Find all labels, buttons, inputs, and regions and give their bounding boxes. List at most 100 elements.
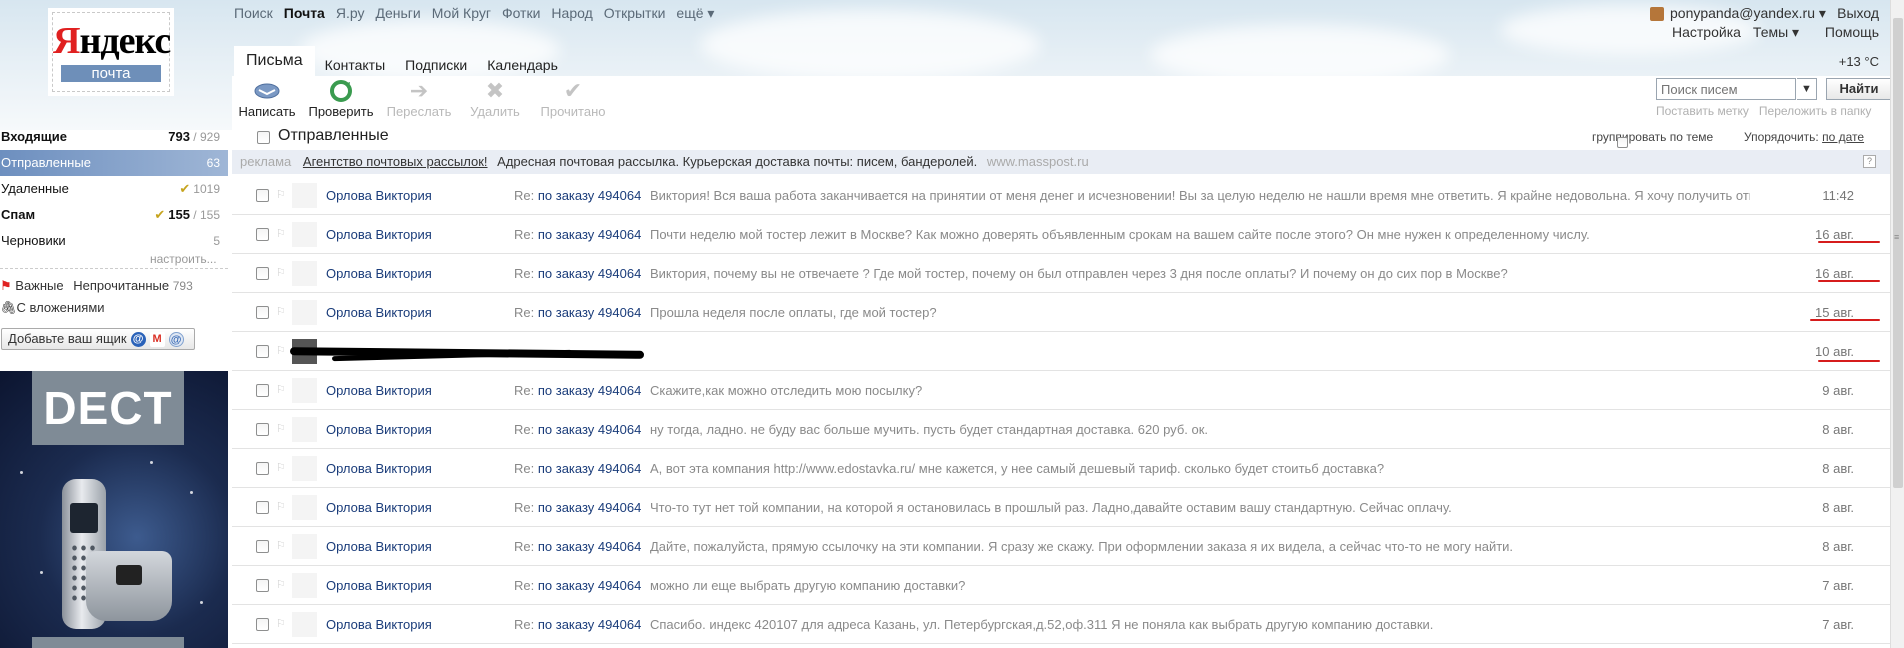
flag-icon[interactable]: ⚐ [276,332,286,371]
message-checkbox[interactable] [256,267,269,280]
message-checkbox[interactable] [256,540,269,553]
message-subject[interactable]: Re: по заказу 494064 [514,215,641,254]
flag-icon[interactable]: ⚐ [276,488,286,527]
set-label-link[interactable]: Поставить метку [1656,104,1749,118]
message-row[interactable]: ⚐ Орлова Виктория Re: по заказу 494064 ну т… [232,410,1890,449]
message-checkbox[interactable] [256,618,269,631]
settings-link[interactable]: Настройка [1672,24,1741,41]
message-snippet[interactable]: Виктория, почему вы не отвечаете ? Где м… [650,254,1750,293]
clean-check-icon[interactable]: ✔ [179,181,190,196]
nav-postcards[interactable]: Открытки [604,5,666,22]
sidebar-item-drafts[interactable]: Черновики 5 [0,228,228,254]
add-mailbox-button[interactable]: Добавьте ваш ящик @ M @ [1,328,195,350]
user-menu[interactable]: ponypanda@yandex.ru ▾ [1650,5,1826,22]
sidebar-item-inbox[interactable]: Входящие 793 / 929 [0,124,228,150]
select-all-checkbox[interactable] [257,131,270,144]
group-checkbox[interactable] [1617,137,1628,148]
message-subject[interactable]: Re: по заказу 494064 [514,254,641,293]
message-sender[interactable]: Орлова Виктория [326,293,432,332]
message-row[interactable]: ⚐ Орлова Виктория Re: по заказу 494064 Дайт… [232,527,1890,566]
message-snippet[interactable]: Дайте, пожалуйста, прямую ссылочку на эт… [650,527,1750,566]
message-checkbox[interactable] [256,228,269,241]
ad-help-icon[interactable]: ? [1863,155,1876,168]
compose-button[interactable]: Написать [232,78,302,119]
message-subject[interactable]: Re: по заказу 494064 [514,371,641,410]
message-snippet[interactable]: Прошла неделя после оплаты, где мой тост… [650,293,1750,332]
message-sender[interactable]: Орлова Виктория [326,605,432,644]
sidebar-item-sent[interactable]: Отправленные 63 [0,150,228,176]
message-row[interactable]: ⚐ Орлова Виктория Re: по заказу 494064 Викт… [232,254,1890,293]
flag-icon[interactable]: ⚐ [276,449,286,488]
sort-order-link[interactable]: по дате [1822,130,1864,144]
message-sender[interactable]: Орлова Виктория [326,410,432,449]
message-snippet[interactable]: Спасибо. индекс 420107 для адреса Казань… [650,605,1750,644]
message-snippet[interactable]: Виктория! Вся ваша работа заканчивается … [650,176,1750,215]
message-sender[interactable]: Орлова Виктория [326,176,432,215]
scrollbar-thumb[interactable] [1893,18,1903,488]
search-scope-dropdown[interactable]: ▼ [1797,78,1817,100]
message-row[interactable]: ⚐ Орлова Виктория Re: по заказу 494064 А, в… [232,449,1890,488]
check-mail-button[interactable]: Проверить [306,78,376,119]
flag-icon[interactable]: ⚐ [276,566,286,605]
flag-icon[interactable]: ⚐ [276,527,286,566]
message-checkbox[interactable] [256,189,269,202]
configure-folders-link[interactable]: настроить... [150,252,217,266]
help-link[interactable]: Помощь [1825,24,1879,40]
flag-icon[interactable]: ⚐ [276,371,286,410]
message-subject[interactable]: Re: по заказу 494064 [514,449,641,488]
nav-fotki[interactable]: Фотки [502,5,540,22]
nav-money[interactable]: Деньги [375,5,420,22]
message-checkbox[interactable] [256,345,269,358]
nav-search[interactable]: Поиск [234,5,273,22]
message-row[interactable]: ⚐ Орлова Виктория Re: по заказу 494064 Что-… [232,488,1890,527]
message-sender[interactable]: Орлова Виктория [326,215,432,254]
sidebar-item-deleted[interactable]: Удаленные ✔ 1019 [0,176,228,202]
message-sender[interactable]: Орлова Виктория [326,371,432,410]
message-snippet[interactable]: Почти неделю мой тостер лежит в Москве? … [650,215,1750,254]
yandex-mail-logo[interactable]: Яндекс почта [52,12,171,92]
message-row[interactable]: ⚐ Орлова Виктория Re: по заказу 494064 Скаж… [232,371,1890,410]
nav-mail[interactable]: Почта [284,5,325,22]
nav-narod[interactable]: Народ [551,5,592,22]
ad-link[interactable]: Агентство почтовых рассылок! [303,154,488,169]
message-snippet[interactable]: Скажите,как можно отследить мою посылку? [650,371,1750,410]
message-sender[interactable]: Орлова Виктория [326,566,432,605]
logout-link[interactable]: Выход [1837,5,1879,21]
message-sender[interactable]: Орлова Виктория [326,254,432,293]
flag-icon[interactable]: ⚐ [276,293,286,332]
flag-icon[interactable]: ⚐ [276,410,286,449]
search-input[interactable] [1656,78,1796,100]
nav-moikrug[interactable]: Мой Круг [432,5,491,22]
nav-yaru[interactable]: Я.ру [336,5,365,22]
message-subject[interactable]: Re: по заказу 494064 [514,176,641,215]
message-subject[interactable]: Re: по заказу 494064 [514,605,641,644]
message-snippet[interactable]: можно ли еще выбрать другую компанию дос… [650,566,1750,605]
message-snippet[interactable]: Что-то тут нет той компании, на которой … [650,488,1750,527]
themes-link[interactable]: Темы ▾ [1753,24,1799,41]
message-sender[interactable]: Орлова Виктория [326,527,432,566]
message-subject[interactable]: Re: по заказу 494064 [514,488,641,527]
move-to-folder-link[interactable]: Переложить в папку [1759,104,1872,118]
flag-icon[interactable]: ⚐ [276,215,286,254]
flag-icon[interactable]: ⚐ [276,605,286,644]
message-checkbox[interactable] [256,306,269,319]
sidebar-item-spam[interactable]: Спам ✔ 155 / 155 [0,202,228,228]
flag-icon[interactable]: ⚐ [276,176,286,215]
message-checkbox[interactable] [256,462,269,475]
user-email[interactable]: ponypanda@yandex.ru ▾ [1670,5,1826,22]
message-checkbox[interactable] [256,423,269,436]
message-snippet[interactable]: ну тогда, ладно. не буду вас больше мучи… [650,410,1750,449]
tab-calendar[interactable]: Календарь [477,50,568,76]
message-subject[interactable]: Re: по заказу 494064 [514,293,641,332]
flag-icon[interactable]: ⚐ [276,254,286,293]
forward-button[interactable]: ➔ Переслать [384,78,454,119]
unread-label[interactable]: Непрочитанные [73,278,169,293]
message-sender[interactable]: Орлова Виктория [326,449,432,488]
message-subject[interactable]: Re: по заказу 494064 [514,566,641,605]
message-row[interactable]: ⚐ 10 авг. [232,332,1890,371]
message-row[interactable]: ⚐ Орлова Виктория Re: по заказу 494064 Почт… [232,215,1890,254]
message-row[interactable]: ⚐ Орлова Виктория Re: по заказу 494064 можн… [232,566,1890,605]
attachments-row[interactable]: 🖇С вложениями [0,297,193,319]
group-by-topic-toggle[interactable]: группировать по теме [1592,130,1713,148]
delete-button[interactable]: ✖ Удалить [460,78,530,119]
